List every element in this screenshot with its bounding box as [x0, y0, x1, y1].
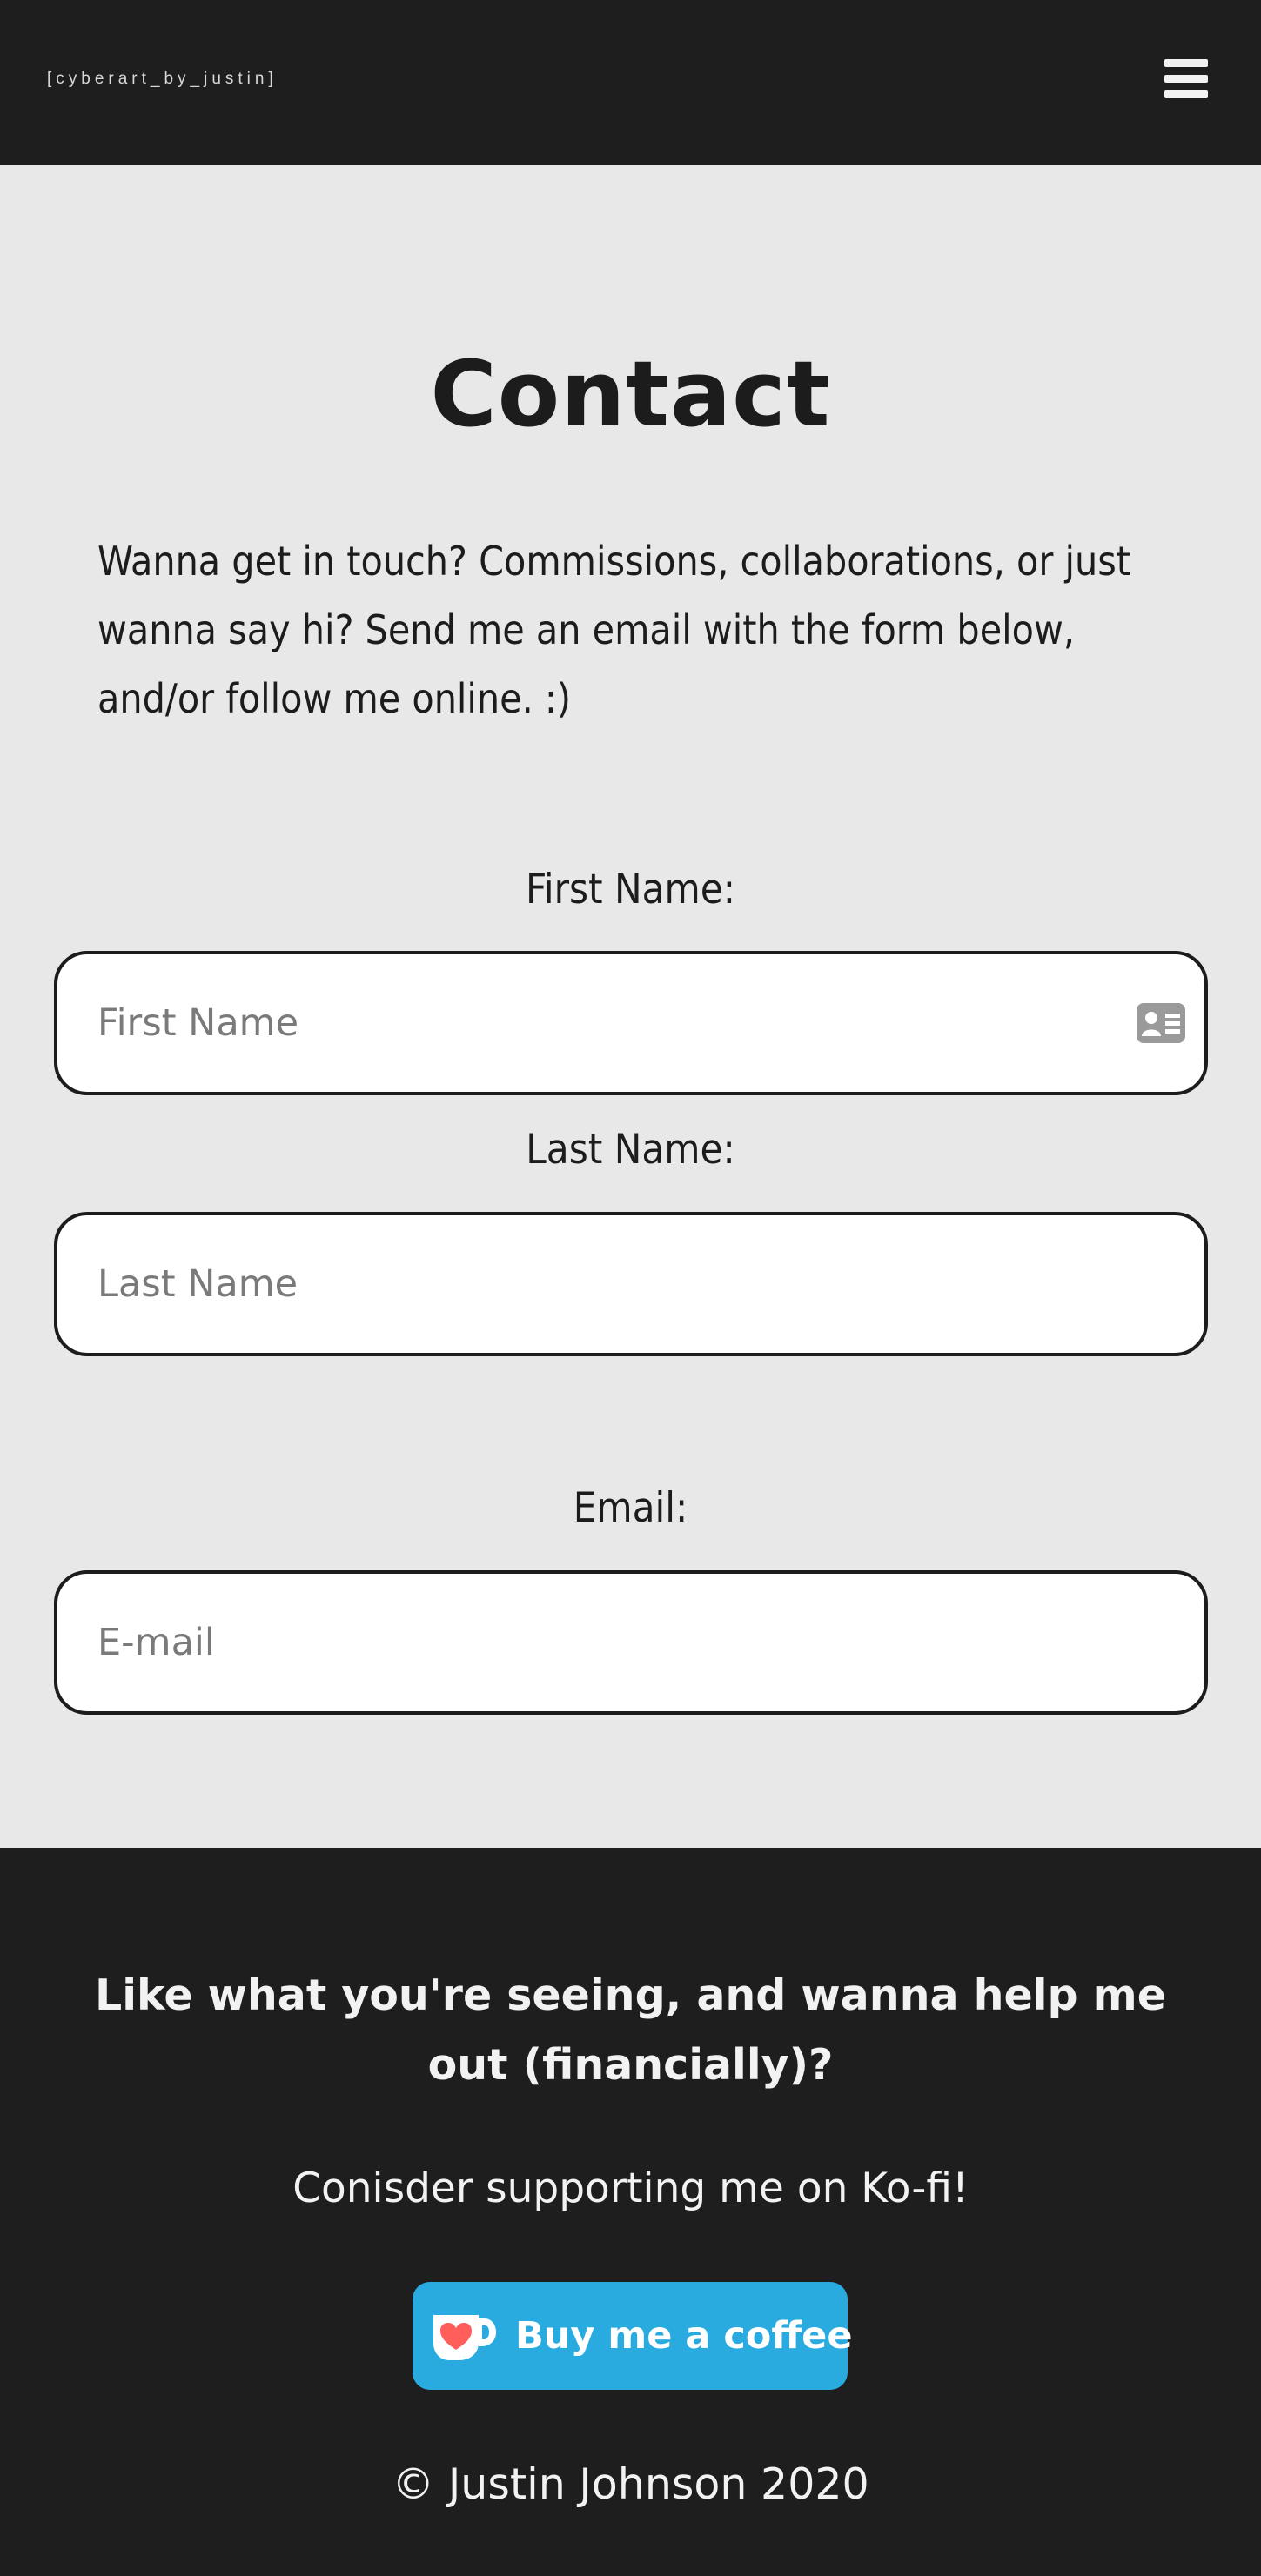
kofi-button-label: Buy me a coffee	[515, 2314, 853, 2358]
support-heading: Like what you're seeing, and wanna help …	[95, 1970, 1166, 2090]
contact-card-icon[interactable]	[1137, 1003, 1185, 1043]
copyright-text: © Justin Johnson 2020	[392, 2459, 869, 2509]
email-input[interactable]	[97, 1574, 1098, 1711]
last-name-field-wrapper	[54, 1212, 1208, 1356]
email-field-wrapper	[54, 1570, 1208, 1715]
page-title: Contact	[430, 341, 831, 447]
menu-bar-middle	[1164, 75, 1208, 83]
kofi-cup-icon	[433, 2315, 496, 2360]
first-name-label: First Name:	[525, 866, 736, 913]
site-logo[interactable]: [cyberart_by_justin]	[47, 70, 278, 89]
kofi-invite-text: Conisder supporting me on Ko-fi!	[292, 2165, 969, 2212]
last-name-input[interactable]	[97, 1215, 1098, 1353]
kofi-button[interactable]: Buy me a coffee	[413, 2282, 853, 2390]
first-name-input[interactable]	[97, 954, 1098, 1092]
intro-text: Wanna get in touch? Commissions, collabo…	[97, 538, 1130, 722]
menu-bar-bottom	[1164, 90, 1208, 98]
hamburger-menu-icon[interactable]	[1164, 57, 1213, 101]
last-name-label: Last Name:	[526, 1126, 735, 1174]
site-footer: Like what you're seeing, and wanna help …	[0, 1848, 1261, 2576]
site-header: [cyberart_by_justin]	[0, 0, 1261, 165]
menu-bar-top	[1164, 59, 1208, 67]
first-name-field-wrapper	[54, 951, 1208, 1095]
email-label: Email:	[573, 1484, 688, 1532]
